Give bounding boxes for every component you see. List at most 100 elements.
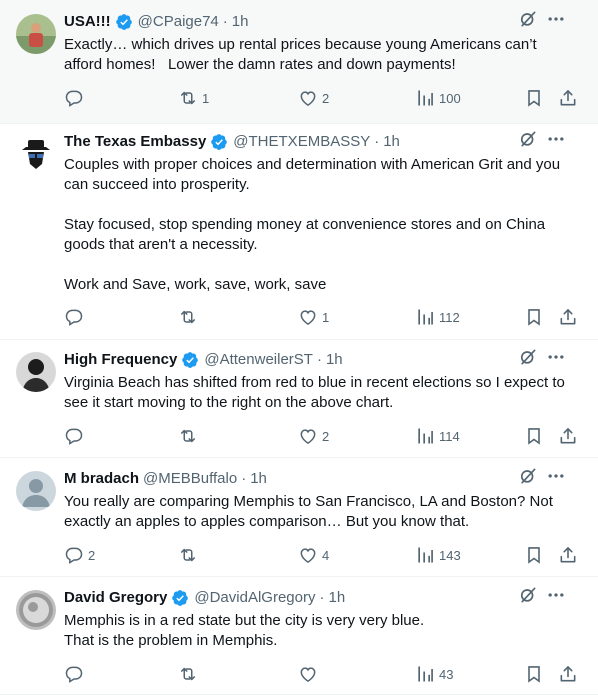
author-name[interactable]: High Frequency xyxy=(64,350,177,370)
view-count: 143 xyxy=(439,547,461,563)
share-button[interactable] xyxy=(558,307,582,327)
conversation-feed: USA!!! @CPaige74 · 1h Exactly… which dri… xyxy=(0,0,598,695)
reply-icon xyxy=(64,545,88,565)
repost-icon xyxy=(178,545,202,565)
like-icon xyxy=(298,545,322,565)
grok-icon[interactable] xyxy=(518,347,538,373)
views-button[interactable]: 114 xyxy=(415,426,460,446)
tweet-text: Exactly… which drives up rental prices b… xyxy=(64,36,537,73)
reply-icon xyxy=(64,88,88,108)
share-icon xyxy=(558,664,582,684)
avatar[interactable] xyxy=(16,352,56,392)
tweet-text: Memphis is in a red state but the city i… xyxy=(64,612,425,649)
views-button[interactable]: 43 xyxy=(415,664,453,684)
like-count: 1 xyxy=(322,309,330,325)
share-button[interactable] xyxy=(558,545,582,565)
author-handle[interactable]: @CPaige74 xyxy=(138,12,219,32)
bookmark-button[interactable] xyxy=(524,545,548,565)
grok-icon[interactable] xyxy=(518,466,538,492)
more-icon[interactable] xyxy=(546,129,566,155)
tweet[interactable]: David Gregory @DavidAlGregory · 1h Memph… xyxy=(0,577,598,695)
tweet[interactable]: The Texas Embassy @THETXEMBASSY · 1h Cou… xyxy=(0,124,598,340)
bookmark-icon xyxy=(524,664,548,684)
like-button[interactable]: 2 xyxy=(298,426,329,446)
tweet-actions: 2 114 xyxy=(64,424,582,448)
share-button[interactable] xyxy=(558,664,582,684)
more-icon[interactable] xyxy=(546,9,566,35)
bookmark-button[interactable] xyxy=(524,426,548,446)
repost-button[interactable] xyxy=(178,426,202,446)
views-icon xyxy=(415,664,439,684)
views-button[interactable]: 143 xyxy=(415,545,461,565)
author-name[interactable]: USA!!! xyxy=(64,12,111,32)
separator-dot: · xyxy=(222,13,228,30)
timestamp[interactable]: 1h xyxy=(250,469,267,489)
author-handle[interactable]: @DavidAlGregory xyxy=(194,588,315,608)
avatar[interactable] xyxy=(16,134,56,174)
author-name[interactable]: The Texas Embassy xyxy=(64,132,206,152)
like-count: 2 xyxy=(322,428,330,444)
more-icon[interactable] xyxy=(546,466,566,492)
timestamp[interactable]: 1h xyxy=(383,132,400,152)
avatar[interactable] xyxy=(16,14,56,54)
view-count: 112 xyxy=(439,309,460,325)
repost-button[interactable] xyxy=(178,545,202,565)
grok-icon[interactable] xyxy=(518,9,538,35)
reply-button[interactable] xyxy=(64,426,88,446)
like-icon xyxy=(298,307,322,327)
reply-button[interactable] xyxy=(64,307,88,327)
author-name[interactable]: M bradach xyxy=(64,469,139,489)
bookmark-button[interactable] xyxy=(524,88,548,108)
share-button[interactable] xyxy=(558,88,582,108)
more-icon[interactable] xyxy=(546,347,566,373)
bookmark-icon xyxy=(524,545,548,565)
repost-button[interactable] xyxy=(178,664,202,684)
author-handle[interactable]: @AttenweilerST xyxy=(204,350,313,370)
reply-icon xyxy=(64,664,88,684)
share-icon xyxy=(558,307,582,327)
separator-dot: · xyxy=(316,351,322,368)
grok-icon[interactable] xyxy=(518,129,538,155)
repost-count: 1 xyxy=(202,90,210,106)
avatar[interactable] xyxy=(16,471,56,511)
bookmark-button[interactable] xyxy=(524,664,548,684)
verified-badge-icon xyxy=(111,13,138,31)
separator-dot: · xyxy=(374,133,380,150)
views-button[interactable]: 100 xyxy=(415,88,461,108)
timestamp[interactable]: 1h xyxy=(232,12,249,32)
share-icon xyxy=(558,545,582,565)
tweet[interactable]: High Frequency @AttenweilerST · 1h Virgi… xyxy=(0,340,598,458)
avatar[interactable] xyxy=(16,590,56,630)
like-button[interactable]: 2 xyxy=(298,88,329,108)
timestamp[interactable]: 1h xyxy=(328,588,345,608)
repost-button[interactable]: 1 xyxy=(178,88,209,108)
share-icon xyxy=(558,426,582,446)
author-name[interactable]: David Gregory xyxy=(64,588,167,608)
verified-badge-icon xyxy=(177,351,204,369)
repost-icon xyxy=(178,664,202,684)
views-icon xyxy=(415,307,439,327)
separator-dot: · xyxy=(241,470,247,487)
tweet[interactable]: M bradach @MEBBuffalo · 1h You really ar… xyxy=(0,458,598,577)
like-button[interactable]: 1 xyxy=(298,307,329,327)
views-icon xyxy=(415,88,439,108)
separator-dot: · xyxy=(319,589,325,606)
views-icon xyxy=(415,545,439,565)
author-handle[interactable]: @THETXEMBASSY xyxy=(233,132,370,152)
views-button[interactable]: 112 xyxy=(415,307,460,327)
like-button[interactable] xyxy=(298,664,322,684)
reply-button[interactable]: 2 xyxy=(64,545,95,565)
share-icon xyxy=(558,88,582,108)
bookmark-button[interactable] xyxy=(524,307,548,327)
more-icon[interactable] xyxy=(546,585,566,611)
share-button[interactable] xyxy=(558,426,582,446)
reply-count: 2 xyxy=(88,547,96,563)
grok-icon[interactable] xyxy=(518,585,538,611)
repost-button[interactable] xyxy=(178,307,202,327)
like-button[interactable]: 4 xyxy=(298,545,329,565)
tweet[interactable]: USA!!! @CPaige74 · 1h Exactly… which dri… xyxy=(0,0,598,124)
author-handle[interactable]: @MEBBuffalo xyxy=(143,469,237,489)
timestamp[interactable]: 1h xyxy=(326,350,343,370)
reply-button[interactable] xyxy=(64,664,88,684)
reply-button[interactable] xyxy=(64,88,88,108)
